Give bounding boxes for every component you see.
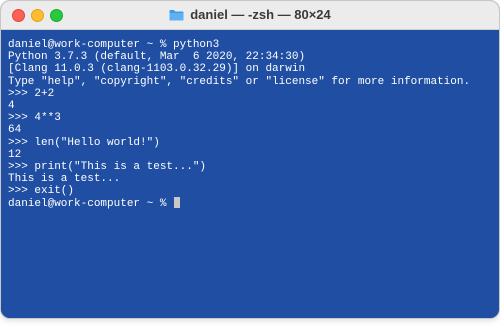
terminal-line: >>> 2+2 [8,87,55,100]
terminal-line: This is a test... [8,173,121,186]
window-title: daniel — -zsh — 80×24 [190,7,331,22]
terminal-line: [Clang 11.0.3 (clang-1103.0.32.29)] on d… [8,63,306,76]
terminal-line: Type "help", "copyright", "credits" or "… [8,75,471,88]
terminal-content[interactable]: daniel@work-computer ~ % python3 Python … [1,30,499,318]
text-cursor [174,197,181,209]
terminal-line: >>> 4**3 [8,112,61,125]
title-bar[interactable]: daniel — -zsh — 80×24 [1,1,499,30]
shell-prompt: daniel@work-computer ~ % [8,198,174,211]
terminal-line: Python 3.7.3 (default, Mar 6 2020, 22:34… [8,51,306,64]
terminal-line: 4 [8,99,15,112]
terminal-line: daniel@work-computer ~ % python3 [8,39,220,51]
terminal-line: >>> print("This is a test...") [8,160,207,173]
terminal-line: 12 [8,148,22,161]
prompt-line[interactable]: daniel@work-computer ~ % [8,197,499,211]
terminal-window: daniel — -zsh — 80×24 daniel@work-comput… [0,0,500,319]
terminal-line: 64 [8,124,22,137]
terminal-line: >>> len("Hello world!") [8,136,160,149]
window-title-container: daniel — -zsh — 80×24 [1,7,499,24]
folder-icon [169,9,184,24]
terminal-line: >>> exit() [8,185,75,198]
